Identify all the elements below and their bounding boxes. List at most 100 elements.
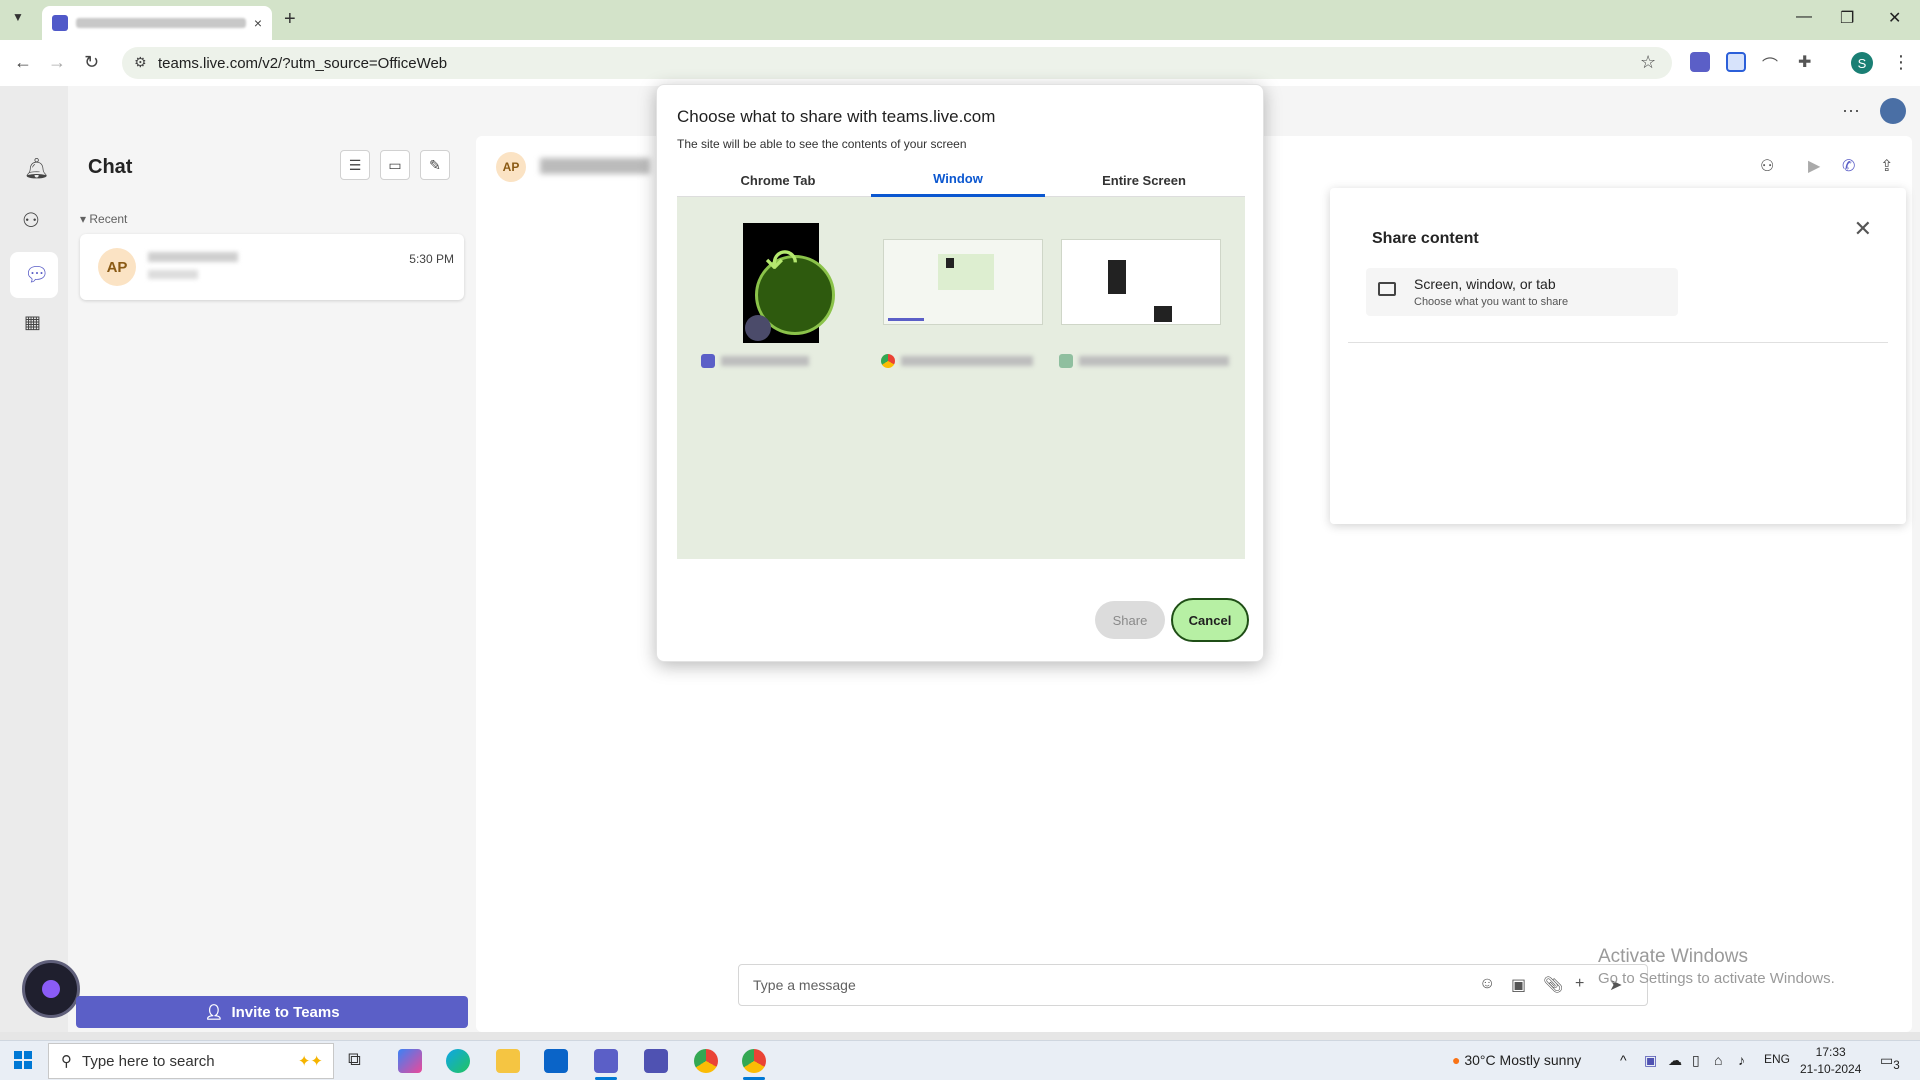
chrome-taskbar-icon[interactable] xyxy=(694,1049,718,1073)
record-dot-icon xyxy=(745,315,771,341)
tab-entire-screen[interactable]: Entire Screen xyxy=(1057,163,1231,197)
teams-taskbar-icon[interactable] xyxy=(644,1049,668,1073)
chat-title: Chat xyxy=(88,156,133,178)
network-icon[interactable]: ⌂ xyxy=(1714,1052,1722,1068)
teams-favicon-icon xyxy=(52,15,68,31)
mail-icon[interactable] xyxy=(544,1049,568,1073)
language-indicator[interactable]: ENG xyxy=(1764,1052,1790,1066)
chat-rail-icon[interactable]: 💬︎ xyxy=(24,262,49,287)
address-bar[interactable]: ⚙ teams.live.com/v2/?utm_source=OfficeWe… xyxy=(122,47,1672,79)
message-compose-box[interactable]: Type a message ☺ ▣ 📎︎ + ➤ xyxy=(738,964,1648,1006)
profile-avatar[interactable]: S xyxy=(1851,52,1873,74)
battery-icon[interactable]: ▯ xyxy=(1692,1052,1700,1069)
browser-tab-teams[interactable]: × xyxy=(42,6,272,40)
site-settings-icon[interactable]: ⚙ xyxy=(134,54,147,71)
thumbnail-content xyxy=(946,258,954,268)
teams-tray-icon[interactable]: ▣ xyxy=(1644,1052,1657,1069)
windows-taskbar: ⚲ Type here to search ✦✦ ⧉ ● 30°C Mostly… xyxy=(0,1040,1920,1080)
back-icon[interactable]: ← xyxy=(14,52,32,73)
share-picker-dialog: Choose what to share with teams.live.com… xyxy=(656,84,1264,662)
invite-label: Invite to Teams xyxy=(231,1003,340,1021)
recent-section[interactable]: ▾ Recent xyxy=(80,212,127,226)
window-thumbnail-recorder[interactable]: ↶ xyxy=(743,223,835,343)
user-avatar[interactable] xyxy=(1880,98,1906,124)
tab-search-icon[interactable]: ▼ xyxy=(12,10,24,24)
task-view-icon[interactable]: ⧉ xyxy=(348,1049,372,1073)
share-screen-icon[interactable]: ⇪ xyxy=(1880,156,1893,176)
video-call-icon[interactable]: ▶ xyxy=(1808,156,1820,176)
onedrive-icon[interactable]: ☁ xyxy=(1668,1052,1682,1069)
watermark-line1: Activate Windows xyxy=(1598,946,1748,967)
chrome-taskbar-icon-active[interactable] xyxy=(742,1049,766,1073)
filter-icon[interactable]: ☰ xyxy=(340,150,370,180)
extensions-puzzle-icon[interactable]: ✚ xyxy=(1798,52,1818,72)
recent-label: Recent xyxy=(89,212,128,226)
thumbnail-content xyxy=(1108,260,1126,294)
notifications-icon[interactable]: ▭3 xyxy=(1880,1052,1900,1072)
close-window-icon[interactable]: ✕ xyxy=(1888,8,1901,28)
window-thumbnail-chrome[interactable] xyxy=(883,239,1043,325)
invite-button[interactable]: 👤︎ Invite to Teams xyxy=(76,996,468,1028)
search-placeholder: Type here to search xyxy=(82,1052,215,1070)
image-icon[interactable]: ▣ xyxy=(1511,975,1526,995)
share-screen-option[interactable]: Screen, window, or tab Choose what you w… xyxy=(1366,268,1678,316)
cancel-button[interactable]: Cancel xyxy=(1171,598,1249,642)
meet-now-icon[interactable]: ▭ xyxy=(380,150,410,180)
close-icon[interactable]: ✕ xyxy=(1854,216,1872,242)
search-icon: ⚲ xyxy=(61,1053,72,1070)
emoji-icon[interactable]: ☺ xyxy=(1479,975,1495,993)
plus-icon[interactable]: + xyxy=(1575,975,1584,993)
share-button[interactable]: Share xyxy=(1095,601,1165,639)
chat-timestamp: 5:30 PM xyxy=(409,252,454,266)
window-grid: ↶ xyxy=(677,197,1245,559)
undo-arrow-icon: ↶ xyxy=(765,242,799,286)
volume-icon[interactable]: ♪ xyxy=(1738,1052,1745,1068)
extension-doc-icon[interactable] xyxy=(1726,52,1746,72)
option-subtitle: Choose what you want to share xyxy=(1414,296,1569,308)
more-options-icon[interactable]: ··· xyxy=(1842,100,1860,121)
recorder-app-icon xyxy=(701,354,715,368)
restore-icon[interactable]: ❐ xyxy=(1840,8,1854,28)
dialog-tabs: Chrome Tab Window Entire Screen xyxy=(677,163,1245,197)
share-content-panel: Share content ✕ Screen, window, or tab C… xyxy=(1330,188,1906,524)
taskbar-search[interactable]: ⚲ Type here to search ✦✦ xyxy=(48,1043,334,1079)
extension-recorder-icon[interactable] xyxy=(1690,52,1710,72)
chrome-menu-icon[interactable]: ⋮ xyxy=(1892,52,1910,73)
dialog-title: Choose what to share with teams.live.com xyxy=(677,107,996,126)
extension-arc-icon[interactable]: ⌒ xyxy=(1762,52,1782,75)
window-name-blurred xyxy=(901,356,1033,366)
watermark-line2: Go to Settings to activate Windows. xyxy=(1598,970,1835,987)
activity-bell-icon[interactable]: 🔔︎ xyxy=(24,156,49,181)
attach-icon[interactable]: 📎︎ xyxy=(1543,975,1563,995)
weather-widget[interactable]: ● 30°C Mostly sunny xyxy=(1452,1052,1581,1068)
tab-close-icon[interactable]: × xyxy=(254,15,262,31)
communities-icon[interactable]: ⚇ xyxy=(22,208,40,233)
recorder-taskbar-icon[interactable] xyxy=(594,1049,618,1073)
tab-title-blurred xyxy=(76,18,246,28)
minimize-icon[interactable]: — xyxy=(1796,8,1812,26)
window-label-chrome xyxy=(881,353,1033,369)
window-label-other xyxy=(1059,353,1229,369)
bookmark-star-icon[interactable]: ☆ xyxy=(1640,52,1656,73)
tab-window[interactable]: Window xyxy=(871,163,1045,197)
window-thumbnail-other[interactable] xyxy=(1061,239,1221,325)
recorder-widget[interactable] xyxy=(22,960,80,1018)
new-tab-button[interactable]: + xyxy=(284,8,296,31)
tray-chevron-icon[interactable]: ^ xyxy=(1620,1052,1627,1068)
forward-icon[interactable]: → xyxy=(48,52,66,73)
copilot-icon[interactable] xyxy=(398,1049,422,1073)
app-icon xyxy=(1059,354,1073,368)
chrome-icon xyxy=(881,354,895,368)
edge-icon[interactable] xyxy=(446,1049,470,1073)
system-clock[interactable]: 17:33 21-10-2024 xyxy=(1800,1044,1861,1078)
calendar-icon[interactable]: ▦ xyxy=(24,312,41,333)
windows-start-icon[interactable] xyxy=(14,1051,32,1069)
tab-chrome-tab[interactable]: Chrome Tab xyxy=(691,163,865,197)
new-chat-icon[interactable]: ✎ xyxy=(420,150,450,180)
reload-icon[interactable]: ↻ xyxy=(84,52,99,73)
file-explorer-icon[interactable] xyxy=(496,1049,520,1073)
sparkle-icon: ✦✦ xyxy=(297,1053,323,1070)
audio-call-icon[interactable]: ✆ xyxy=(1842,156,1855,176)
people-icon[interactable]: ⚇ xyxy=(1760,156,1774,176)
list-item[interactable]: AP 5:30 PM xyxy=(80,234,464,300)
